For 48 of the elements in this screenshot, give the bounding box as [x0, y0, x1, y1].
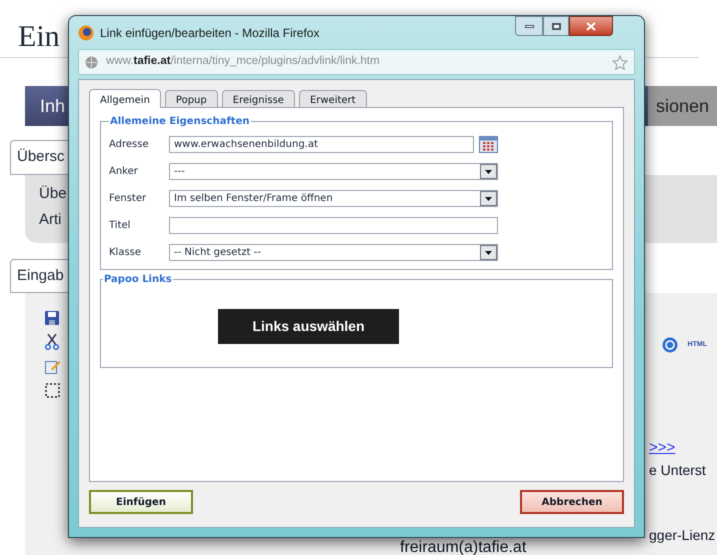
minimize-button[interactable]: [515, 16, 543, 36]
url-text: www.tafie.at/interna/tiny_mce/plugins/advlink/link.htm: [106, 54, 380, 70]
dialog-tab[interactable]: Allgemein: [89, 89, 161, 108]
dropdown-button[interactable]: [480, 245, 497, 260]
body-text: gger-Lienz: [649, 526, 716, 545]
dialog-tab[interactable]: Popup: [164, 90, 218, 107]
group-legend: Allemeine Eigenschaften: [109, 114, 250, 129]
minimize-icon: [524, 24, 534, 28]
browse-icon[interactable]: [479, 136, 498, 153]
select-field[interactable]: ---: [169, 163, 498, 180]
cancel-button[interactable]: Abbrechen: [520, 490, 624, 514]
insert-button[interactable]: Einfügen: [89, 490, 193, 514]
cut-icon[interactable]: [45, 334, 59, 350]
section-tab[interactable]: Eingab: [10, 258, 71, 293]
save-icon[interactable]: [45, 311, 59, 325]
edit-icon[interactable]: [45, 359, 61, 374]
maximize-button[interactable]: [543, 16, 569, 36]
contact-email: freiraum(a)tafie.at: [400, 539, 526, 555]
maximize-icon: [552, 22, 560, 30]
page-heading: Ein: [18, 20, 60, 53]
close-button[interactable]: [569, 16, 613, 36]
text-field[interactable]: [169, 217, 498, 234]
dialog-tab[interactable]: Ereignisse: [222, 90, 295, 107]
group-legend: Papoo Links: [103, 272, 173, 287]
field-label: Klasse: [109, 246, 142, 260]
caret-icon: [485, 250, 492, 254]
select-all-icon[interactable]: [45, 383, 60, 398]
browser-logo-icon: [78, 24, 94, 40]
dropdown-button[interactable]: [480, 164, 497, 179]
window-title: Link einfügen/bearbeiten - Mozilla Firefox: [100, 24, 320, 42]
nav-tab[interactable]: sionen: [648, 86, 717, 126]
star-icon[interactable]: [612, 54, 628, 70]
dropdown-button[interactable]: [480, 191, 497, 206]
globe-icon: [85, 56, 98, 68]
dialog-tab[interactable]: Erweitert: [298, 90, 367, 107]
field-label: Titel: [109, 219, 132, 233]
select-links-button[interactable]: Links auswählen: [218, 309, 399, 344]
nav-tab[interactable]: Inh: [25, 92, 66, 120]
select-field[interactable]: -- Nicht gesetzt --: [169, 244, 498, 261]
close-icon: [586, 22, 596, 30]
body-text: e Unterst: [649, 460, 706, 480]
field-label: Fenster: [109, 192, 148, 206]
address-field[interactable]: www.erwachsenenbildung.at: [169, 136, 474, 153]
more-link[interactable]: >>>: [649, 437, 676, 460]
caret-icon: [485, 196, 492, 200]
select-field[interactable]: Im selben Fenster/Frame öffnen: [169, 190, 498, 207]
field-label: Anker: [109, 165, 139, 179]
field-label: Adresse: [109, 138, 150, 152]
